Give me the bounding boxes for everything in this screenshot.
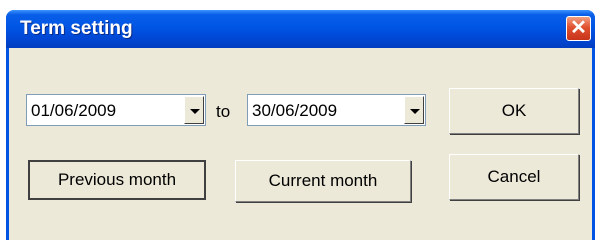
dialog-body: 01/06/2009 to 30/06/2009 OK Previous mon… xyxy=(9,48,592,240)
ok-button[interactable]: OK xyxy=(449,88,579,134)
close-icon: ✕ xyxy=(570,17,587,39)
end-date-combo[interactable]: 30/06/2009 xyxy=(247,94,426,126)
current-month-button[interactable]: Current month xyxy=(235,160,411,202)
end-date-value: 30/06/2009 xyxy=(252,101,338,120)
ok-button-label: OK xyxy=(501,101,527,120)
chevron-down-icon[interactable] xyxy=(184,96,204,124)
chevron-down-icon[interactable] xyxy=(404,96,424,124)
cancel-button-label: Cancel xyxy=(487,167,541,186)
current-month-button-label: Current month xyxy=(268,171,378,190)
start-date-combo[interactable]: 01/06/2009 xyxy=(26,94,206,126)
dialog-title: Term setting xyxy=(20,18,133,39)
start-date-value: 01/06/2009 xyxy=(31,101,117,120)
term-setting-dialog: Term setting ✕ 01/06/2009 to 30/06/2009 … xyxy=(6,10,595,240)
cancel-button[interactable]: Cancel xyxy=(449,154,579,200)
previous-month-button-label: Previous month xyxy=(57,170,177,189)
to-label: to xyxy=(216,102,231,121)
previous-month-button[interactable]: Previous month xyxy=(28,160,206,200)
close-button[interactable]: ✕ xyxy=(566,16,591,41)
title-bar[interactable]: Term setting ✕ xyxy=(6,10,595,48)
